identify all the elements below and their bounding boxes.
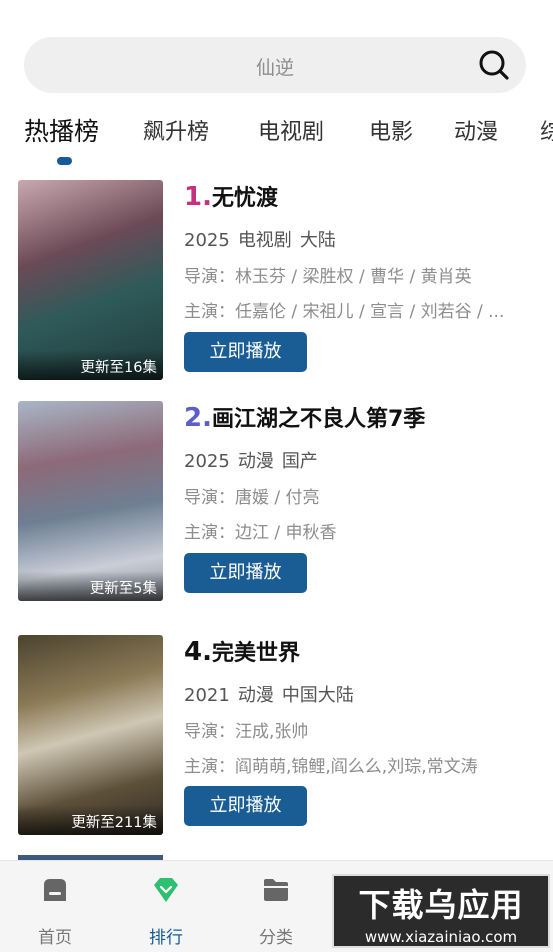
item-year: 2021 xyxy=(184,685,230,706)
episode-badge: 更新至16集 xyxy=(18,350,163,380)
nav-label: 排行 xyxy=(149,928,183,948)
item-meta: 2025 动漫 国产 xyxy=(184,447,539,473)
watermark-logo: 下载乌应用 www.xiazainiao.com xyxy=(332,874,550,948)
item-region: 国产 xyxy=(281,451,318,472)
item-meta: 2025 电视剧 大陆 xyxy=(184,226,539,252)
category-tabs: 热播榜 飙升榜 电视剧 电影 动漫 综 xyxy=(0,110,553,170)
tab-indicator xyxy=(57,157,72,165)
item-region: 中国大陆 xyxy=(281,685,354,706)
item-director: 导演：唐媛 / 付亮 xyxy=(184,488,320,508)
item-meta: 2021 动漫 中国大陆 xyxy=(184,681,539,707)
item-year: 2025 xyxy=(184,230,230,251)
poster-image[interactable]: 更新至16集 xyxy=(18,180,163,380)
tab-tv[interactable]: 电视剧 xyxy=(258,114,324,146)
item-type: 电视剧 xyxy=(237,230,292,251)
rank-number: 2. xyxy=(184,403,212,433)
item-director: 导演：林玉芬 / 梁胜权 / 曹华 / 黄肖英 xyxy=(184,267,472,287)
watermark-title: 下载乌应用 xyxy=(358,886,524,924)
tab-rising[interactable]: 飙升榜 xyxy=(143,114,209,146)
home-icon xyxy=(44,879,66,901)
play-button[interactable]: 立即播放 xyxy=(184,786,307,826)
poster-image[interactable]: 更新至5集 xyxy=(18,401,163,601)
item-cast: 主演：边江 / 申秋香 xyxy=(184,523,337,543)
item-type: 动漫 xyxy=(237,451,274,472)
item-title[interactable]: 4.完美世界 xyxy=(184,635,539,669)
folder-icon xyxy=(264,879,288,901)
ranking-icon xyxy=(154,878,178,902)
item-type: 动漫 xyxy=(237,685,274,706)
tab-variety[interactable]: 综 xyxy=(540,114,553,146)
watermark-url: www.xiazainiao.com xyxy=(364,928,518,946)
search-input[interactable]: 仙逆 xyxy=(24,53,526,80)
rank-number: 1. xyxy=(184,182,212,212)
rank-number: 4. xyxy=(184,637,212,667)
search-bar[interactable]: 仙逆 xyxy=(24,37,526,93)
item-cast: 主演：阎萌萌,锦鲤,阎么么,刘琮,常文涛 xyxy=(184,757,478,777)
item-title[interactable]: 1.无忧渡 xyxy=(184,180,539,214)
item-year: 2025 xyxy=(184,451,230,472)
nav-label: 首页 xyxy=(38,928,72,948)
item-name: 完美世界 xyxy=(211,641,300,666)
poster-image[interactable]: 更新至211集 xyxy=(18,635,163,835)
tab-hot[interactable]: 热播榜 xyxy=(24,112,99,148)
nav-home[interactable]: 首页 xyxy=(15,875,95,948)
play-button[interactable]: 立即播放 xyxy=(184,332,307,372)
nav-ranking[interactable]: 排行 xyxy=(126,875,206,948)
nav-label: 分类 xyxy=(259,928,293,948)
episode-badge: 更新至5集 xyxy=(18,571,163,601)
play-button[interactable]: 立即播放 xyxy=(184,553,307,593)
item-cast: 主演：任嘉伦 / 宋祖儿 / 宣言 / 刘若谷 / ... xyxy=(184,302,505,322)
nav-category[interactable]: 分类 xyxy=(236,875,316,948)
episode-badge: 更新至211集 xyxy=(18,805,163,835)
item-director: 导演：汪成,张帅 xyxy=(184,722,309,742)
item-region: 大陆 xyxy=(299,230,336,251)
tab-movie[interactable]: 电影 xyxy=(369,114,413,146)
item-name: 画江湖之不良人第7季 xyxy=(211,407,426,432)
item-name: 无忧渡 xyxy=(211,186,278,211)
search-icon[interactable] xyxy=(478,49,510,81)
tab-anime[interactable]: 动漫 xyxy=(454,114,498,146)
item-title[interactable]: 2.画江湖之不良人第7季 xyxy=(184,401,539,435)
